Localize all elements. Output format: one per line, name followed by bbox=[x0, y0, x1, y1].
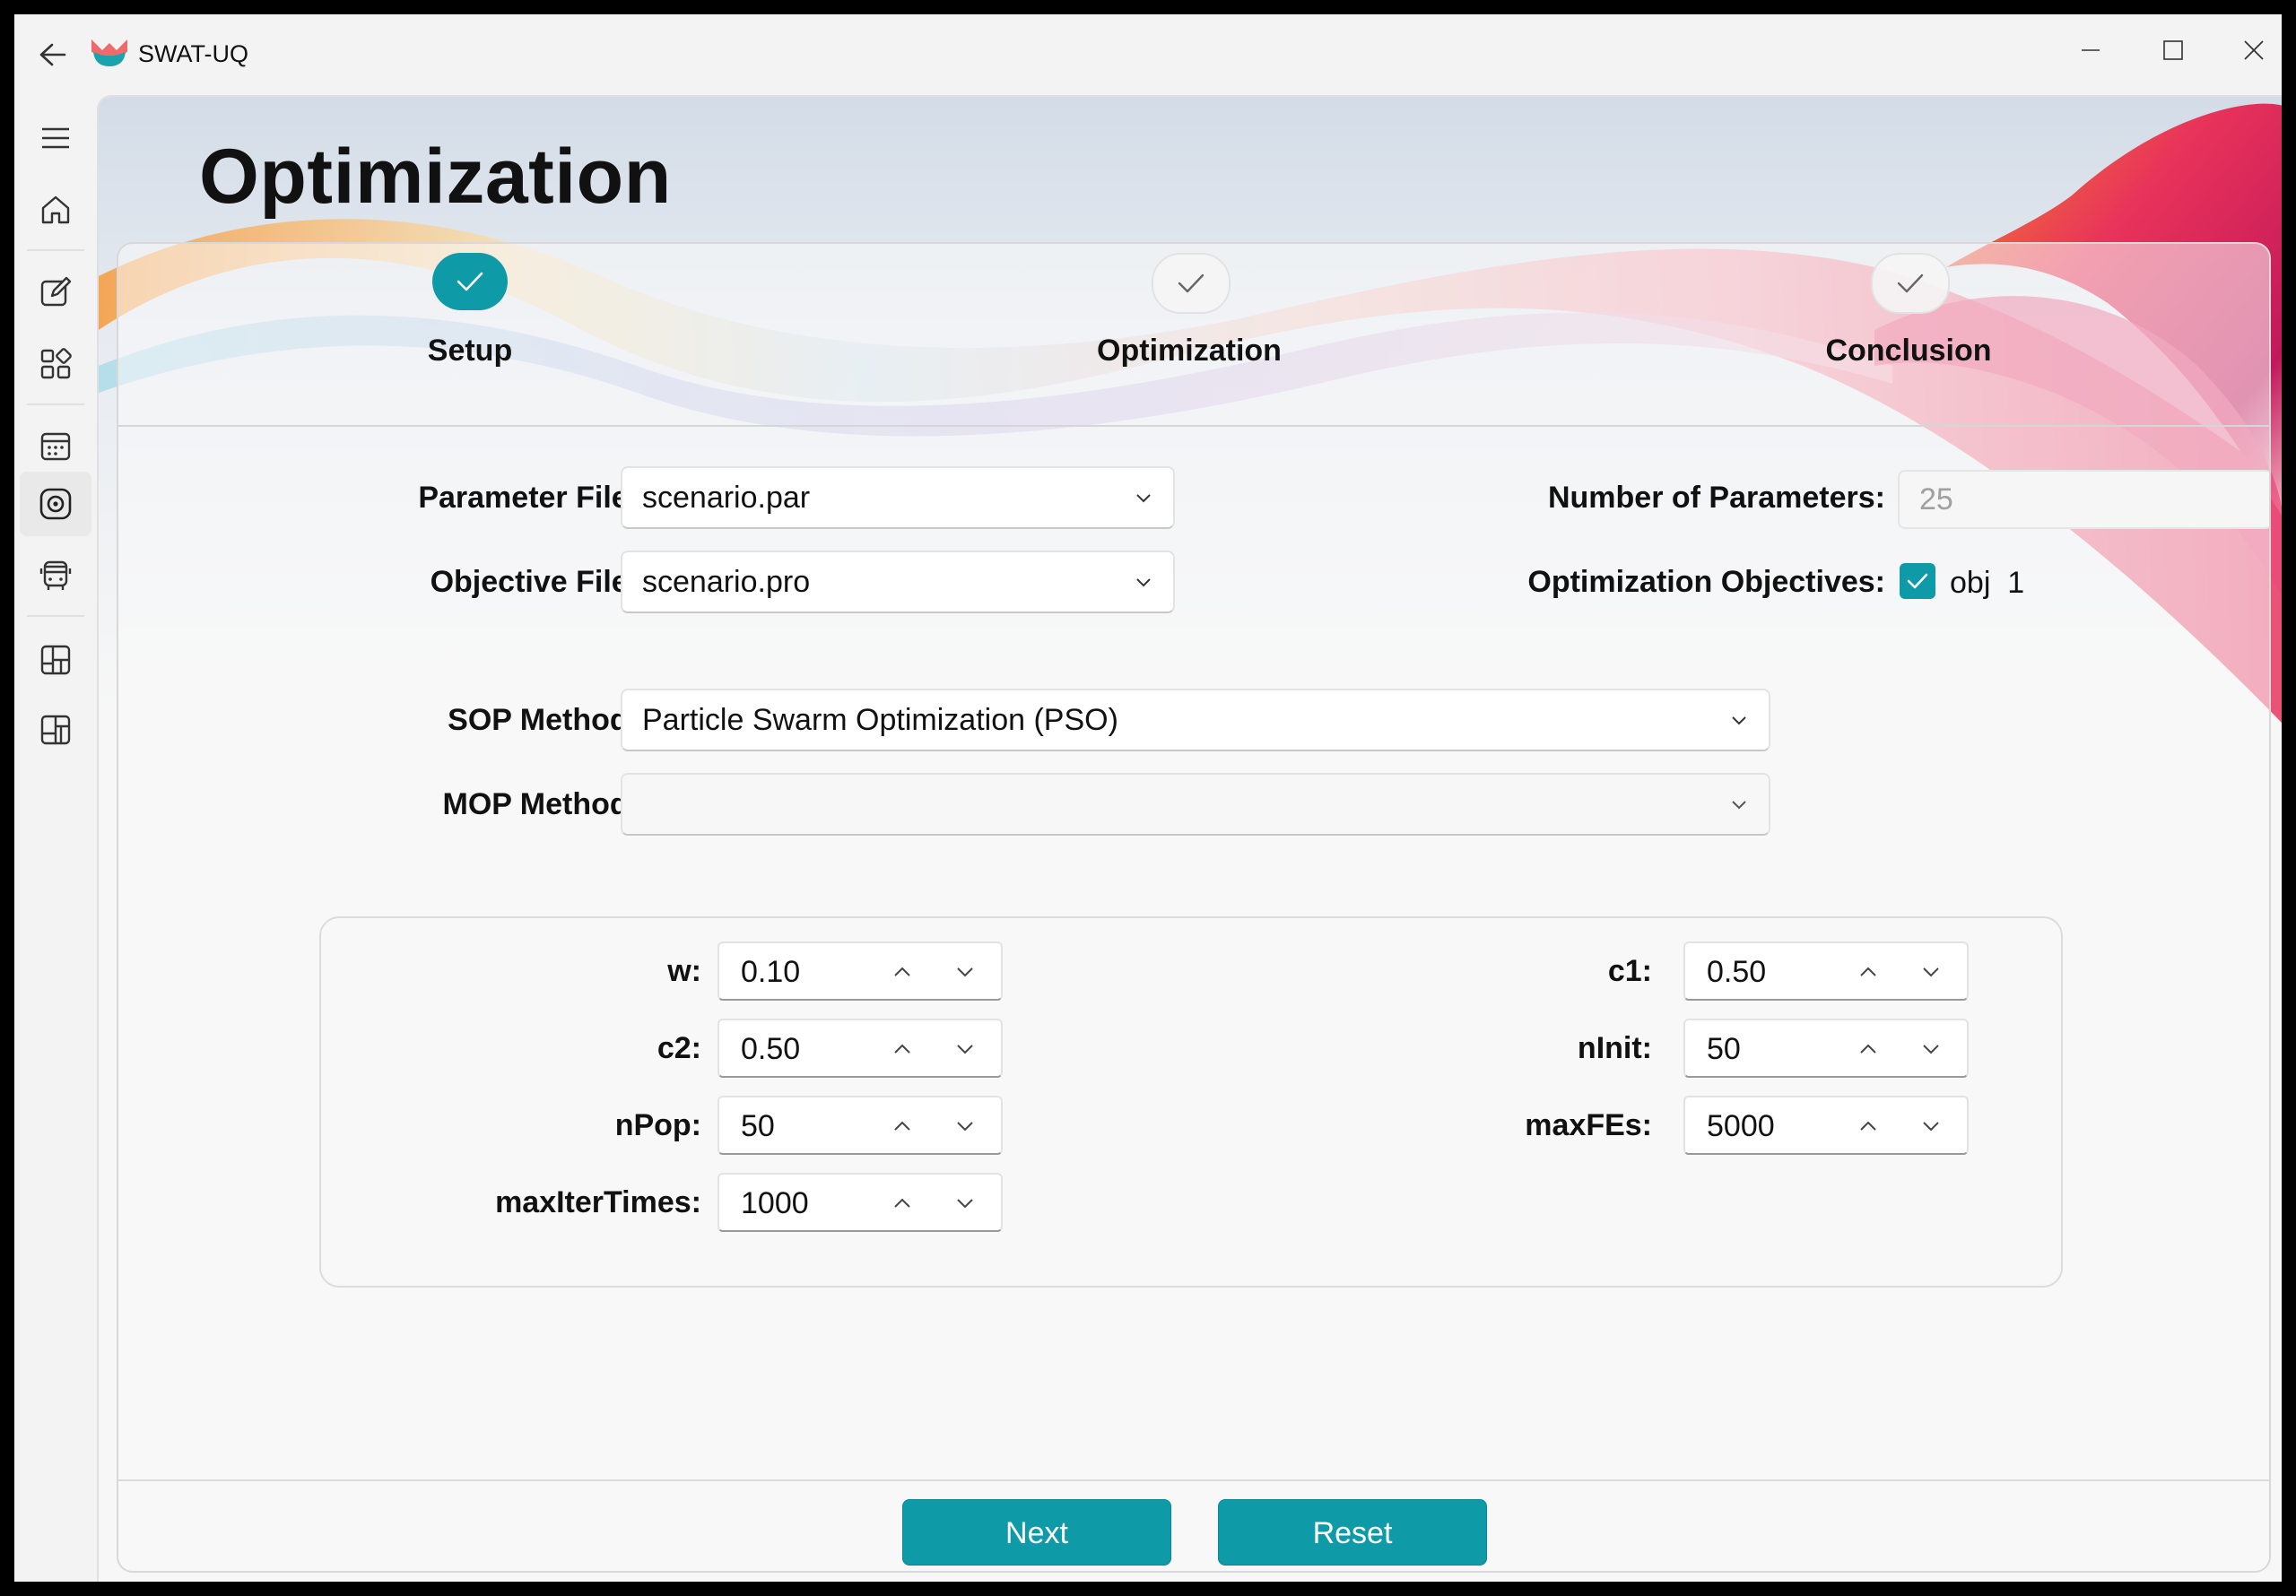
chevron-down-icon[interactable] bbox=[952, 959, 978, 984]
chevron-down-icon bbox=[1732, 716, 1746, 725]
ninit-numberbox[interactable]: 50 bbox=[1683, 1019, 1969, 1078]
back-arrow-icon[interactable] bbox=[22, 23, 84, 86]
mop-method-label: MOP Method: bbox=[442, 787, 639, 821]
close-icon[interactable] bbox=[2213, 23, 2282, 77]
page-title: Optimization bbox=[199, 134, 672, 220]
maxiter-value: 1000 bbox=[741, 1186, 809, 1220]
c1-label: c1: bbox=[1607, 954, 1652, 988]
c2-value: 0.50 bbox=[741, 1032, 801, 1066]
step-optimization-label[interactable]: Optimization bbox=[1055, 334, 1324, 369]
sop-method-value: Particle Swarm Optimization (PSO) bbox=[642, 703, 1118, 737]
sop-method-combobox[interactable]: Particle Swarm Optimization (PSO) bbox=[621, 689, 1770, 751]
chevron-down-icon[interactable] bbox=[952, 1037, 978, 1062]
objective-file-label: Objective File: bbox=[430, 565, 639, 599]
parameter-file-label: Parameter File: bbox=[418, 481, 639, 515]
footer-divider bbox=[118, 1479, 2269, 1481]
step-optimization-check-icon[interactable] bbox=[1152, 253, 1231, 314]
c1-numberbox[interactable]: 0.50 bbox=[1683, 941, 1969, 1001]
npop-value: 50 bbox=[741, 1109, 775, 1143]
chevron-down-icon[interactable] bbox=[952, 1191, 978, 1216]
chevron-up-icon[interactable] bbox=[890, 1114, 915, 1139]
w-value: 0.10 bbox=[741, 955, 801, 989]
bus-icon[interactable] bbox=[20, 543, 91, 608]
objective-checkbox[interactable] bbox=[1900, 563, 1935, 599]
step-conclusion-label[interactable]: Conclusion bbox=[1774, 334, 2043, 369]
chevron-down-icon bbox=[1136, 578, 1151, 587]
edit-icon[interactable] bbox=[20, 260, 91, 325]
maximize-icon[interactable] bbox=[2133, 23, 2213, 77]
reset-button[interactable]: Reset bbox=[1218, 1499, 1487, 1566]
app-logo-icon bbox=[90, 32, 129, 68]
maxfes-numberbox[interactable]: 5000 bbox=[1683, 1096, 1969, 1155]
w-numberbox[interactable]: 0.10 bbox=[718, 941, 1003, 1001]
chevron-up-icon[interactable] bbox=[1856, 1037, 1881, 1062]
next-button[interactable]: Next bbox=[902, 1499, 1171, 1566]
parameter-file-value: scenario.par bbox=[642, 481, 811, 515]
navigation-pane bbox=[14, 95, 97, 1582]
target-icon[interactable] bbox=[20, 472, 91, 536]
num-params-label: Number of Parameters: bbox=[1547, 481, 1885, 515]
main-content: Optimization Setup Optimization Conclusi… bbox=[97, 95, 2282, 1582]
parameter-file-combobox[interactable]: scenario.par bbox=[621, 466, 1175, 529]
ninit-label: nInit: bbox=[1577, 1031, 1652, 1065]
step-setup-label[interactable]: Setup bbox=[335, 334, 604, 369]
num-params-field: 25 bbox=[1898, 470, 2269, 529]
menu-icon[interactable] bbox=[20, 106, 91, 170]
stepper-divider bbox=[118, 425, 2269, 427]
apps-icon[interactable] bbox=[20, 332, 91, 396]
npop-label: nPop: bbox=[614, 1108, 701, 1142]
w-label: w: bbox=[667, 954, 701, 988]
title-bar: SWAT-UQ bbox=[14, 14, 2282, 95]
step-conclusion-check-icon[interactable] bbox=[1871, 253, 1950, 314]
sop-method-label: SOP Method: bbox=[448, 703, 639, 737]
calendar-icon[interactable] bbox=[20, 414, 91, 479]
app-title: SWAT-UQ bbox=[138, 40, 248, 67]
chevron-up-icon[interactable] bbox=[1856, 959, 1881, 984]
home-icon[interactable] bbox=[20, 178, 91, 242]
chevron-up-icon[interactable] bbox=[890, 1191, 915, 1216]
maxfes-label: maxFEs: bbox=[1525, 1108, 1652, 1142]
c2-label: c2: bbox=[657, 1031, 701, 1065]
app-window: SWAT-UQ Optimization Setup Optimization … bbox=[14, 14, 2282, 1582]
c2-numberbox[interactable]: 0.50 bbox=[718, 1019, 1003, 1078]
ninit-value: 50 bbox=[1707, 1032, 1741, 1066]
dashboard-alt-icon[interactable] bbox=[20, 698, 91, 762]
objective-file-value: scenario.pro bbox=[642, 565, 811, 599]
chevron-down-icon[interactable] bbox=[1918, 1037, 1944, 1062]
maxfes-value: 5000 bbox=[1707, 1109, 1775, 1143]
chevron-down-icon[interactable] bbox=[952, 1114, 978, 1139]
npop-numberbox[interactable]: 50 bbox=[718, 1096, 1003, 1155]
chevron-down-icon bbox=[1732, 801, 1746, 810]
objective-checkbox-label[interactable]: obj 1 bbox=[1950, 565, 2024, 601]
mop-method-combobox[interactable] bbox=[621, 773, 1770, 836]
dashboard-icon[interactable] bbox=[20, 628, 91, 692]
step-setup-check-icon[interactable] bbox=[432, 253, 508, 310]
num-params-value: 25 bbox=[1919, 482, 1953, 516]
chevron-down-icon bbox=[1136, 494, 1151, 503]
minimize-icon[interactable] bbox=[2050, 23, 2131, 77]
chevron-up-icon[interactable] bbox=[1856, 1114, 1881, 1139]
maxiter-numberbox[interactable]: 1000 bbox=[718, 1173, 1003, 1232]
objective-file-combobox[interactable]: scenario.pro bbox=[621, 551, 1175, 613]
chevron-up-icon[interactable] bbox=[890, 959, 915, 984]
chevron-down-icon[interactable] bbox=[1918, 1114, 1944, 1139]
chevron-up-icon[interactable] bbox=[890, 1037, 915, 1062]
chevron-down-icon[interactable] bbox=[1918, 959, 1944, 984]
maxiter-label: maxIterTimes: bbox=[495, 1185, 701, 1219]
opt-objectives-label: Optimization Objectives: bbox=[1527, 565, 1885, 599]
c1-value: 0.50 bbox=[1707, 955, 1767, 989]
optimization-card: Setup Optimization Conclusion Parameter … bbox=[117, 242, 2271, 1573]
